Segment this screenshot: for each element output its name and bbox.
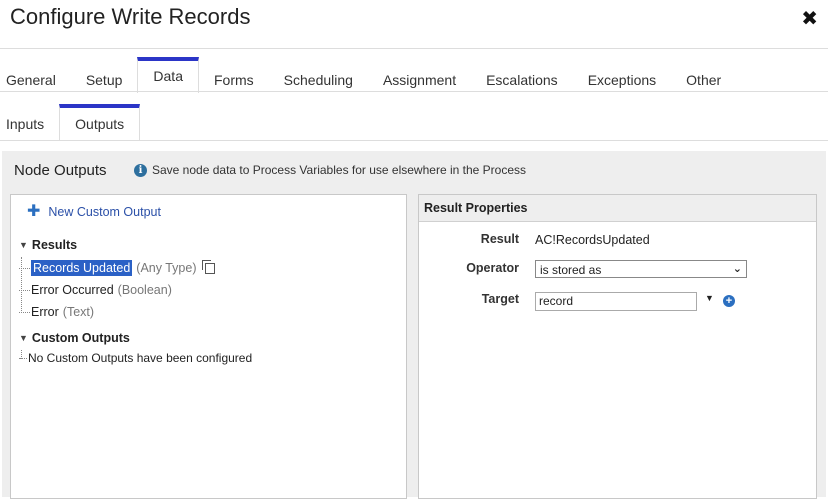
dialog-title: Configure Write Records <box>10 4 251 29</box>
chevron-down-icon: ⌄ <box>732 263 742 275</box>
divider <box>0 91 828 92</box>
result-name[interactable]: Error <box>31 305 59 319</box>
operator-label: Operator <box>466 261 519 275</box>
tree-branch <box>19 267 30 269</box>
tab-scheduling[interactable]: Scheduling <box>269 57 368 92</box>
plus-icon: ✚ <box>27 203 41 220</box>
new-custom-output-link[interactable]: ✚ New Custom Output <box>27 203 161 220</box>
outputs-tree-panel: ✚ New Custom Output ▼ Results Records Up… <box>10 194 407 499</box>
result-type: (Boolean) <box>117 283 172 297</box>
tab-assignment[interactable]: Assignment <box>368 57 471 92</box>
result-properties-panel: Result Properties Result AC!RecordsUpdat… <box>418 194 817 499</box>
custom-outputs-label: Custom Outputs <box>31 331 130 345</box>
caret-down-icon: ▼ <box>19 333 28 343</box>
sub-tabs: Inputs Outputs <box>0 104 141 141</box>
subtab-outputs[interactable]: Outputs <box>59 104 141 141</box>
operator-select[interactable]: is stored as ⌄ <box>535 260 747 278</box>
section-title: Node Outputs <box>14 162 107 179</box>
info-icon: i <box>134 163 147 177</box>
tab-other[interactable]: Other <box>671 57 736 92</box>
empty-message: No Custom Outputs have been configured <box>28 351 253 365</box>
tab-data[interactable]: Data <box>137 57 199 93</box>
tree-branch <box>19 357 27 359</box>
custom-outputs-empty: No Custom Outputs have been configured <box>19 351 252 365</box>
copy-icon[interactable] <box>201 259 215 274</box>
target-label: Target <box>481 292 519 306</box>
operator-value: is stored as <box>540 263 602 277</box>
caret-down-icon: ▼ <box>19 240 28 250</box>
divider <box>0 48 828 49</box>
result-name[interactable]: Records Updated <box>31 260 133 276</box>
tab-escalations[interactable]: Escalations <box>471 57 573 92</box>
result-properties-header: Result Properties <box>419 195 816 222</box>
node-outputs-section: Node Outputs i Save node data to Process… <box>2 151 826 499</box>
result-name[interactable]: Error Occurred <box>31 283 114 297</box>
new-custom-output-label: New Custom Output <box>48 205 161 219</box>
results-group[interactable]: ▼ Results <box>19 238 77 252</box>
subtab-inputs[interactable]: Inputs <box>0 104 59 141</box>
result-type: (Any Type) <box>136 261 197 275</box>
result-label: Result <box>480 232 519 246</box>
tab-general[interactable]: General <box>0 57 71 92</box>
tab-exceptions[interactable]: Exceptions <box>573 57 671 92</box>
tree-branch <box>19 289 30 291</box>
add-icon[interactable]: + <box>723 295 735 307</box>
custom-outputs-group[interactable]: ▼ Custom Outputs <box>19 331 130 345</box>
info-message: i Save node data to Process Variables fo… <box>134 163 526 177</box>
tab-setup[interactable]: Setup <box>71 57 138 92</box>
divider <box>0 140 828 141</box>
result-error[interactable]: Error (Text) <box>19 305 94 319</box>
result-value: AC!RecordsUpdated <box>535 233 650 247</box>
info-text: Save node data to Process Variables for … <box>152 163 526 177</box>
result-error-occurred[interactable]: Error Occurred (Boolean) <box>19 283 172 297</box>
result-type: (Text) <box>62 305 95 319</box>
results-group-label: Results <box>31 238 78 252</box>
result-records-updated[interactable]: Records Updated (Any Type) <box>19 259 215 276</box>
target-input[interactable]: record <box>535 292 697 311</box>
target-dropdown-icon[interactable]: ▼ <box>705 293 714 303</box>
tree-branch <box>19 311 30 313</box>
close-icon[interactable]: ✖ <box>801 6 818 31</box>
main-tabs: General Setup Data Forms Scheduling Assi… <box>0 57 736 93</box>
tab-forms[interactable]: Forms <box>199 57 269 92</box>
